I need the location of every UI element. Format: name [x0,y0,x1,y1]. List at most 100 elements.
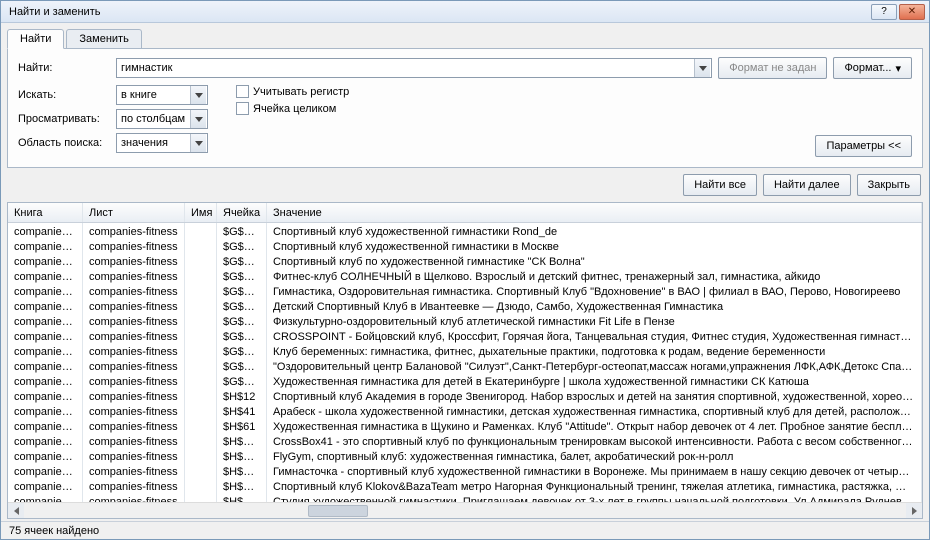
results-body[interactable]: companies.xlsxcompanies-fitness$G$809Спо… [8,223,922,502]
scroll-right-arrow[interactable] [906,503,922,519]
cell-value: CROSSPOINT - Бойцовский клуб, Кроссфит, … [267,328,922,343]
find-next-button[interactable]: Найти далее [763,174,851,196]
cell-book: companies.xlsx [8,238,83,253]
result-row[interactable]: companies.xlsxcompanies-fitness$G$958Дет… [8,298,922,313]
find-all-button[interactable]: Найти все [683,174,757,196]
chevron-down-icon [699,66,707,71]
cell-book: companies.xlsx [8,448,83,463]
result-row[interactable]: companies.xlsxcompanies-fitness$G$842Спо… [8,253,922,268]
result-row[interactable]: companies.xlsxcompanies-fitness$H$187Гим… [8,463,922,478]
cell-value: Художественная гимнастика для детей в Ек… [267,373,922,388]
cell-sheet: companies-fitness [83,283,185,298]
result-row[interactable]: companies.xlsxcompanies-fitness$G$1771"О… [8,358,922,373]
cell-address: $H$187 [217,463,267,478]
cell-book: companies.xlsx [8,253,83,268]
column-cell[interactable]: Ячейка [217,203,267,222]
format-button[interactable]: Формат...▾ [833,57,912,79]
window-close-button[interactable]: ✕ [899,4,925,20]
format-status-label: Формат не задан [729,62,816,74]
lookin-label: Область поиска: [18,137,110,149]
cell-address: $G$958 [217,298,267,313]
cell-address: $H$41 [217,403,267,418]
result-row[interactable]: companies.xlsxcompanies-fitness$G$809Спо… [8,223,922,238]
result-row[interactable]: companies.xlsxcompanies-fitness$G$1566CR… [8,328,922,343]
tab-find-label: Найти [20,33,51,45]
cell-sheet: companies-fitness [83,328,185,343]
match-case-checkbox[interactable]: Учитывать регистр [236,85,349,98]
result-row[interactable]: companies.xlsxcompanies-fitness$H$12Спор… [8,388,922,403]
tabs: Найти Заменить [1,23,929,48]
cell-address: $G$1466 [217,313,267,328]
chevron-down-icon: ▾ [895,62,901,75]
cell-name [185,253,217,268]
result-row[interactable]: companies.xlsxcompanies-fitness$G$862Фит… [8,268,922,283]
cell-value: Спортивный клуб Академия в городе Звениг… [267,388,922,403]
lookin-value: значения [121,137,168,149]
scope-select[interactable]: в книге [116,85,208,105]
cell-name [185,478,217,493]
result-row[interactable]: companies.xlsxcompanies-fitness$G$840Спо… [8,238,922,253]
cell-value: Клуб беременных: гимнастика, фитнес, дых… [267,343,922,358]
lookin-select[interactable]: значения [116,133,208,153]
column-value[interactable]: Значение [267,203,922,222]
column-book[interactable]: Книга [8,203,83,222]
triangle-left-icon [14,507,19,515]
cell-sheet: companies-fitness [83,493,185,502]
tab-replace[interactable]: Заменить [66,29,141,48]
result-row[interactable]: companies.xlsxcompanies-fitness$H$234Сту… [8,493,922,502]
find-next-label: Найти далее [774,179,840,191]
column-name[interactable]: Имя [185,203,217,222]
result-row[interactable]: companies.xlsxcompanies-fitness$H$41Араб… [8,403,922,418]
cell-sheet: companies-fitness [83,253,185,268]
cell-value: Гимнасточка - спортивный клуб художестве… [267,463,922,478]
chevron-down-icon [190,134,206,152]
help-button[interactable]: ? [871,4,897,20]
cell-value: Детский Спортивный Клуб в Ивантеевке — Д… [267,298,922,313]
result-row[interactable]: companies.xlsxcompanies-fitness$H$172Fly… [8,448,922,463]
cell-value: Фитнес-клуб СОЛНЕЧНЫЙ в Щелково. Взрослы… [267,268,922,283]
direction-select[interactable]: по столбцам [116,109,208,129]
cell-value: "Оздоровительный центр Балановой "Силуэт… [267,358,922,373]
result-row[interactable]: companies.xlsxcompanies-fitness$G$2312Ху… [8,373,922,388]
scroll-left-arrow[interactable] [8,503,24,519]
result-row[interactable]: companies.xlsxcompanies-fitness$G$1690Кл… [8,343,922,358]
cell-book: companies.xlsx [8,433,83,448]
tab-replace-label: Заменить [79,33,128,45]
cell-name [185,373,217,388]
whole-cell-checkbox[interactable]: Ячейка целиком [236,102,349,115]
find-input[interactable]: гимнастик [116,58,712,78]
result-row[interactable]: companies.xlsxcompanies-fitness$G$930Гим… [8,283,922,298]
cell-sheet: companies-fitness [83,433,185,448]
find-all-label: Найти все [694,179,746,191]
find-label: Найти: [18,62,110,74]
options-toggle-button[interactable]: Параметры << [815,135,912,157]
cell-value: Художественная гимнастика в Щукино и Рам… [267,418,922,433]
cell-sheet: companies-fitness [83,223,185,238]
result-row[interactable]: companies.xlsxcompanies-fitness$H$105Cro… [8,433,922,448]
scroll-thumb[interactable] [308,505,368,517]
cell-address: $H$12 [217,388,267,403]
cell-address: $G$840 [217,238,267,253]
cell-sheet: companies-fitness [83,373,185,388]
cell-address: $H$105 [217,433,267,448]
close-button[interactable]: Закрыть [857,174,921,196]
scope-value: в книге [121,89,157,101]
triangle-right-icon [912,507,917,515]
column-sheet[interactable]: Лист [83,203,185,222]
cell-name [185,403,217,418]
cell-value: Физкультурно-оздоровительный клуб атлети… [267,313,922,328]
tab-find[interactable]: Найти [7,29,64,49]
cell-book: companies.xlsx [8,268,83,283]
cell-sheet: companies-fitness [83,403,185,418]
result-row[interactable]: companies.xlsxcompanies-fitness$H$61Худо… [8,418,922,433]
cell-book: companies.xlsx [8,343,83,358]
find-history-dropdown[interactable] [694,59,710,77]
chevron-down-icon [190,86,206,104]
cell-name [185,388,217,403]
result-row[interactable]: companies.xlsxcompanies-fitness$G$1466Фи… [8,313,922,328]
result-row[interactable]: companies.xlsxcompanies-fitness$H$233Спо… [8,478,922,493]
cell-sheet: companies-fitness [83,343,185,358]
cell-name [185,223,217,238]
cell-book: companies.xlsx [8,493,83,502]
horizontal-scrollbar[interactable] [8,502,922,518]
